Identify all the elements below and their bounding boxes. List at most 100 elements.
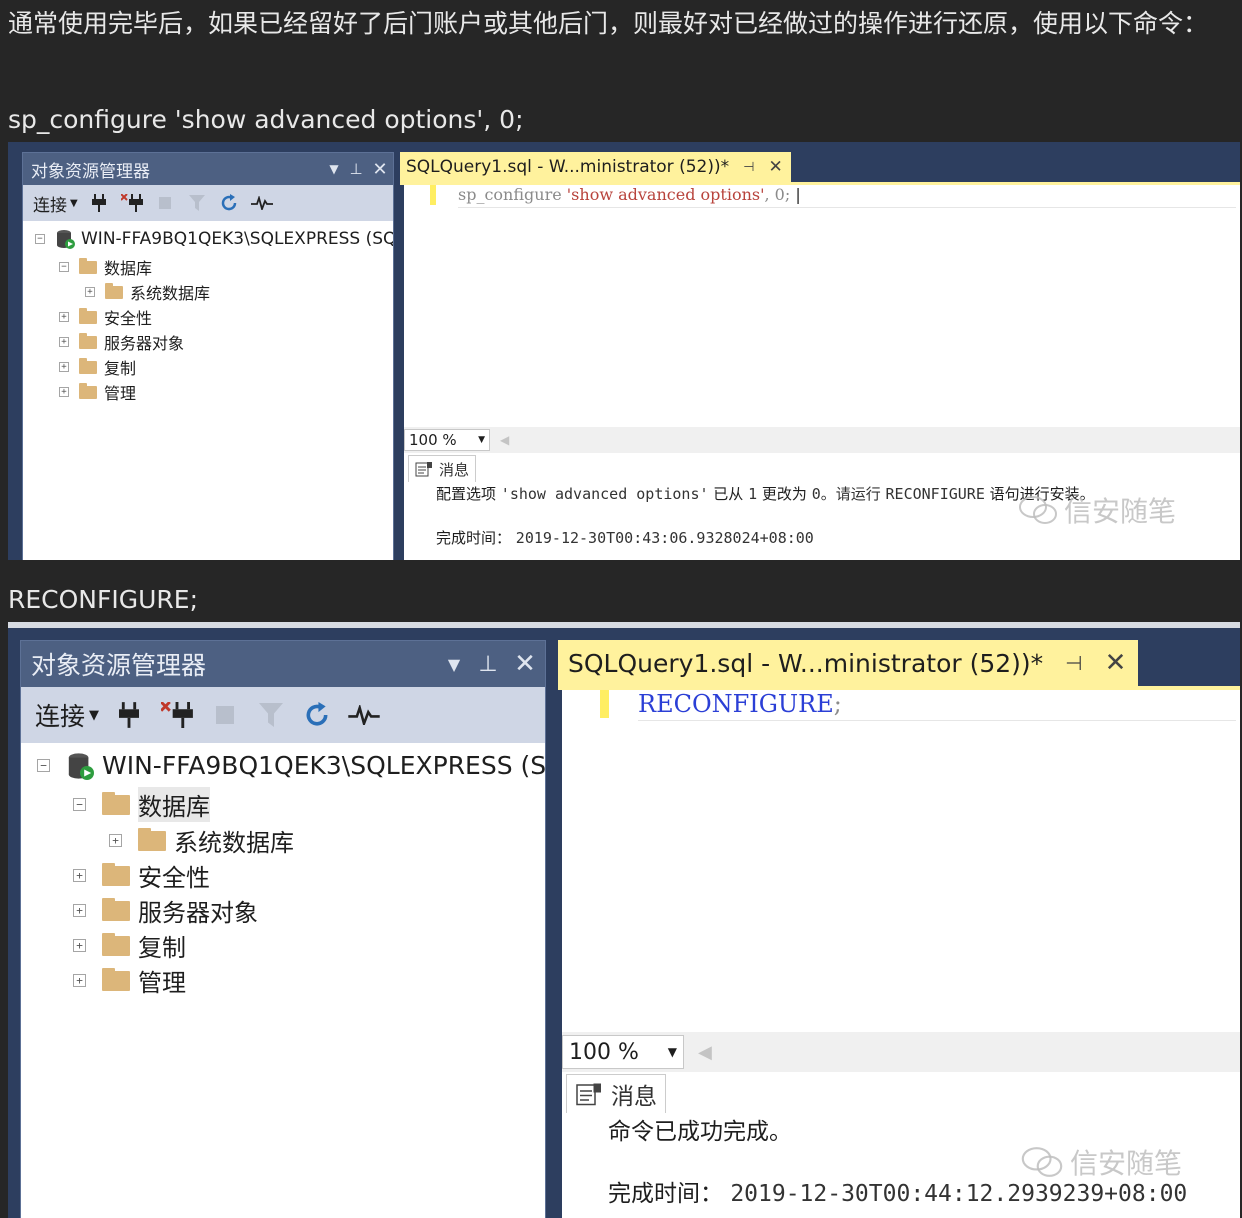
collapse-icon[interactable]: − [73,798,86,811]
connect-button[interactable]: 连接 ▼ [35,697,99,733]
folder-icon [102,932,130,956]
connect-plug-icon[interactable] [113,702,145,728]
tree-node-system-databases[interactable]: + 系统数据库 [85,280,210,304]
tree-node-databases[interactable]: − 数据库 [73,787,210,822]
filter-icon[interactable] [186,195,208,211]
watermark: 信安随笔 [1020,1142,1182,1182]
activity-monitor-icon[interactable] [250,196,274,210]
tree-node-system-databases[interactable]: + 系统数据库 [109,823,294,858]
connect-plug-icon[interactable] [88,194,110,212]
folder-icon [102,897,130,921]
wechat-icon [1021,1147,1063,1177]
stop-icon[interactable] [154,197,176,209]
close-icon[interactable]: ✕ [768,157,782,177]
watermark: 信安随笔 [1018,490,1176,530]
query-editor[interactable]: RECONFIGURE; [562,690,1240,1032]
object-explorer-panel: 对象资源管理器 ▼ ⊥ ✕ 连接 ▼ − WIN-FFA9BQ1QEK3\SQL… [20,640,546,1218]
query-tab[interactable]: SQLQuery1.sql - W...ministrator (52))* ⊣… [400,152,791,182]
folder-icon [79,307,97,324]
messages-tab[interactable]: 消息 [566,1074,666,1113]
expand-icon[interactable]: + [59,337,69,347]
expand-icon[interactable]: + [73,904,86,917]
expand-icon[interactable]: + [73,974,86,987]
close-icon[interactable]: ✕ [505,649,545,679]
query-tab[interactable]: SQLQuery1.sql - W...ministrator (52))* ⊣… [558,640,1139,686]
close-icon[interactable]: ✕ [367,159,393,180]
connect-button[interactable]: 连接 ▼ [33,191,78,216]
tree-node-management[interactable]: + 管理 [59,380,136,404]
collapse-icon[interactable]: − [35,234,45,244]
query-tab-title: SQLQuery1.sql - W...ministrator (52))* [568,648,1044,678]
pin-icon[interactable]: ⊥ [345,160,367,178]
tree-node-server-objects[interactable]: + 服务器对象 [59,330,184,354]
dropdown-arrow-icon[interactable]: ▼ [323,162,345,176]
pin-icon[interactable]: ⊣ [743,160,754,175]
object-explorer-title: 对象资源管理器 [31,651,207,680]
current-line-border [458,207,1236,208]
tree-node-server[interactable]: − WIN-FFA9BQ1QEK3\SQLEXPRESS (SQ [35,229,394,249]
server-name: WIN-FFA9BQ1QEK3\SQLEXPRESS (SQ [102,751,546,780]
tree-node-server[interactable]: − WIN-FFA9BQ1QEK3\SQLEXPRESS (SQ [37,751,546,780]
tree-node-databases[interactable]: − 数据库 [59,255,152,279]
expand-icon[interactable]: + [59,362,69,372]
expand-icon[interactable]: + [73,869,86,882]
tree-node-replication[interactable]: + 复制 [73,928,186,963]
collapse-icon[interactable]: − [59,262,69,272]
tree-node-server-objects[interactable]: + 服务器对象 [73,893,258,928]
scroll-left-icon[interactable]: ◀ [500,433,509,447]
object-explorer-tree: − WIN-FFA9BQ1QEK3\SQLEXPRESS (SQ − 数据库 +… [21,743,545,1218]
disconnect-plug-icon[interactable] [159,702,195,728]
server-name: WIN-FFA9BQ1QEK3\SQLEXPRESS (SQ [81,229,394,249]
refresh-icon[interactable] [301,702,333,728]
messages-icon [576,1083,601,1106]
object-explorer-toolbar: 连接 ▼ [21,687,545,743]
zoom-select[interactable]: 100 % ▼ [562,1035,684,1069]
folder-icon [79,382,97,399]
zoom-select[interactable]: 100 % ▼ [404,429,490,451]
refresh-icon[interactable] [218,194,240,212]
disconnect-plug-icon[interactable] [120,194,144,212]
folder-icon [138,827,166,851]
tree-node-security[interactable]: + 安全性 [73,858,210,893]
message-line-2: 完成时间： 2019-12-30T00:43:06.9328024+08:00 [436,529,814,547]
server-icon [55,229,75,249]
ssms-screenshot-2: 对象资源管理器 ▼ ⊥ ✕ 连接 ▼ − WIN-FFA9BQ1QEK3\SQL… [8,622,1240,1218]
query-editor[interactable]: sp_configure 'show advanced options', 0;… [404,185,1240,427]
pin-icon[interactable]: ⊣ [1065,651,1082,675]
folder-icon [102,791,130,815]
object-explorer-titlebar: 对象资源管理器 ▼ ⊥ ✕ [23,153,393,185]
expand-icon[interactable]: + [109,834,122,847]
folder-icon [102,967,130,991]
expand-icon[interactable]: + [73,939,86,952]
zoom-bar: 100 % ▼ ◀ [562,1032,1240,1072]
activity-monitor-icon[interactable] [347,705,381,725]
code-line-1: RECONFIGURE; [638,690,842,718]
expand-icon[interactable]: + [85,287,95,297]
messages-tab[interactable]: 消息 [408,455,477,482]
object-explorer-tree: − WIN-FFA9BQ1QEK3\SQLEXPRESS (SQ − 数据库 +… [23,221,393,560]
pin-icon[interactable]: ⊥ [471,652,505,677]
folder-icon [105,282,123,299]
expand-icon[interactable]: + [59,387,69,397]
message-line-1: 配置选项 'show advanced options' 已从 1 更改为 0。… [436,485,1095,503]
scroll-left-icon[interactable]: ◀ [698,1042,712,1063]
object-explorer-titlebar: 对象资源管理器 ▼ ⊥ ✕ [21,641,545,687]
folder-icon [79,357,97,374]
object-explorer-toolbar: 连接 ▼ [23,185,393,221]
close-icon[interactable]: ✕ [1105,648,1127,678]
query-tab-title: SQLQuery1.sql - W...ministrator (52))* [406,157,730,177]
stop-icon[interactable] [209,706,241,724]
tree-node-replication[interactable]: + 复制 [59,355,136,379]
tree-node-management[interactable]: + 管理 [73,963,186,998]
folder-icon [79,332,97,349]
filter-icon[interactable] [255,703,287,727]
article-paragraph-1: 通常使用完毕后，如果已经留好了后门账户或其他后门，则最好对已经做过的操作进行还原… [8,9,1209,38]
code-line-1: sp_configure 'show advanced options', 0;… [458,185,801,204]
messages-icon [415,462,432,477]
tree-node-security[interactable]: + 安全性 [59,305,152,329]
dropdown-arrow-icon[interactable]: ▼ [437,655,471,674]
expand-icon[interactable]: + [59,312,69,322]
collapse-icon[interactable]: − [37,759,50,772]
wechat-icon [1019,496,1057,524]
folder-icon [102,862,130,886]
